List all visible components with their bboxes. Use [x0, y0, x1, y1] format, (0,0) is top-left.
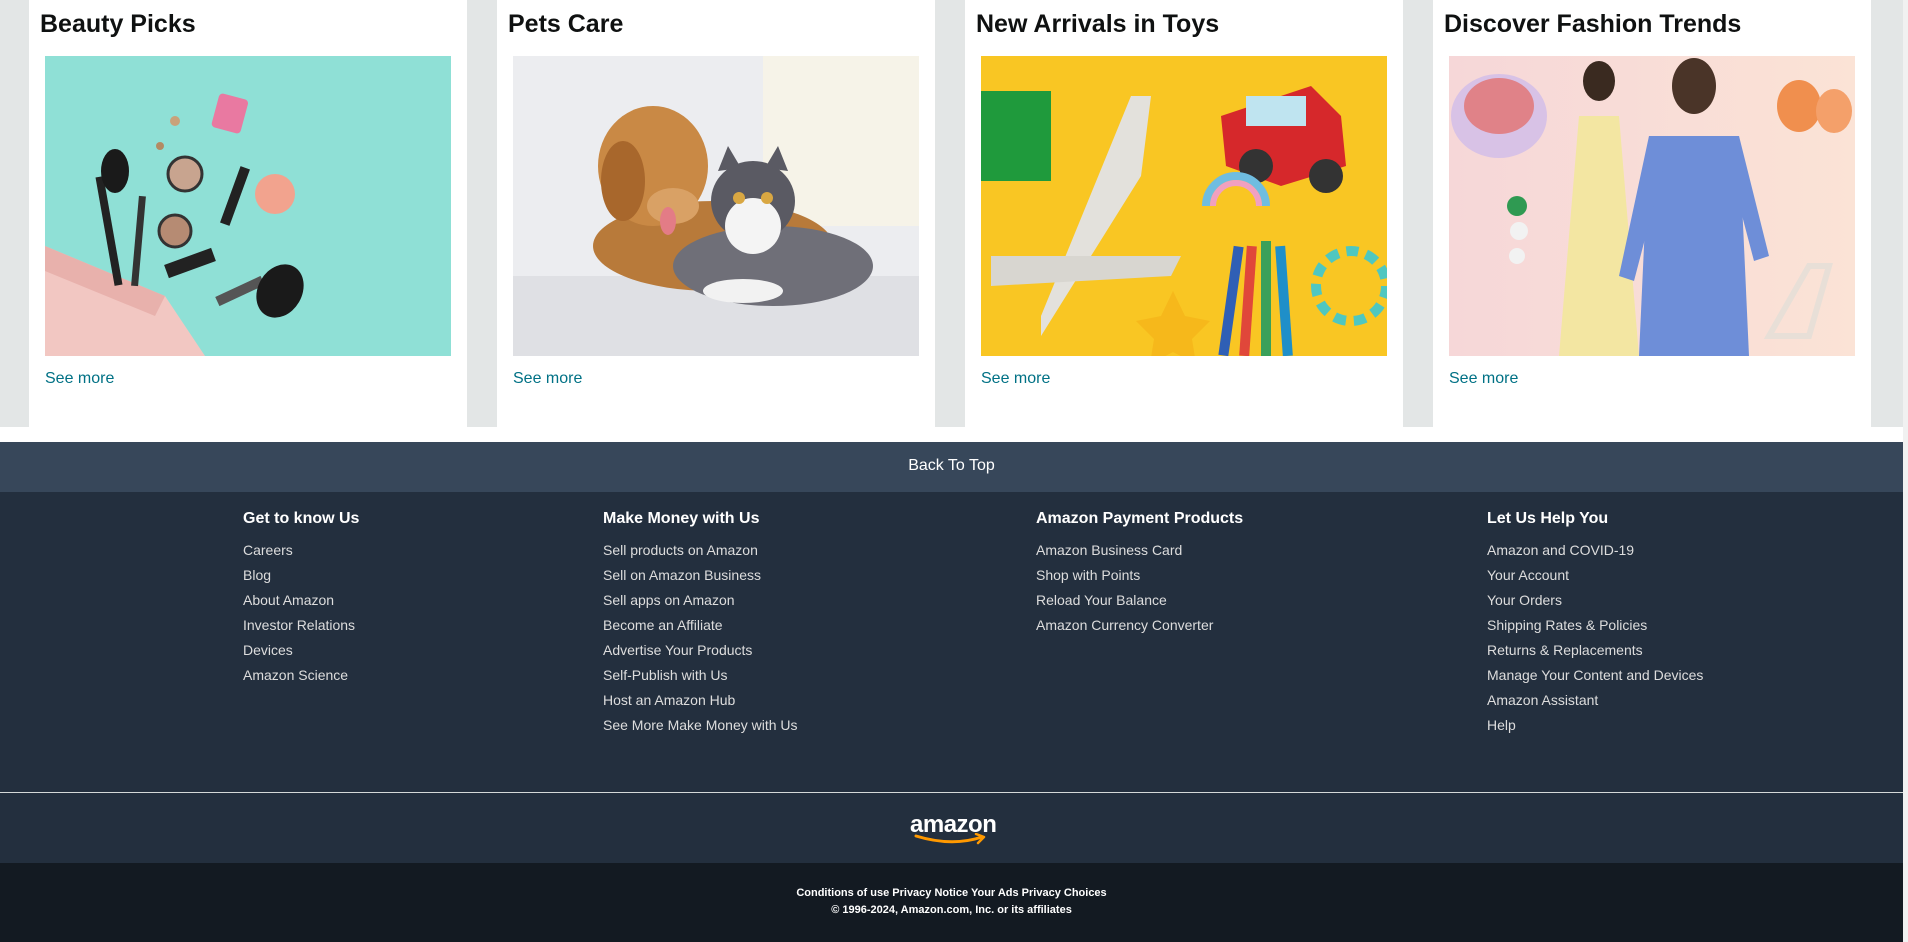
footer-link[interactable]: Reload Your Balance	[1036, 588, 1243, 613]
footer-col-make-money: Make Money with Us Sell products on Amaz…	[603, 510, 798, 738]
footer-link[interactable]: See More Make Money with Us	[603, 713, 798, 738]
footer-link[interactable]: Devices	[243, 638, 359, 663]
footer-col-get-to-know-us: Get to know Us Careers Blog About Amazon…	[243, 510, 359, 688]
footer-link[interactable]: Returns & Replacements	[1487, 638, 1703, 663]
footer-col-heading: Let Us Help You	[1487, 510, 1609, 527]
footer-link[interactable]: Host an Amazon Hub	[603, 688, 798, 713]
footer-link[interactable]: Sell products on Amazon	[603, 538, 798, 563]
card-title: New Arrivals in Toys	[976, 10, 1220, 38]
footer-col-heading: Amazon Payment Products	[1036, 510, 1244, 527]
footer-col-heading: Get to know Us	[243, 510, 360, 527]
footer-link[interactable]: Advertise Your Products	[603, 638, 798, 663]
pets-image[interactable]	[513, 56, 919, 356]
copyright-text: © 1996-2024, Amazon.com, Inc. or its aff…	[831, 904, 1072, 916]
footer-col-heading: Make Money with Us	[603, 510, 760, 527]
footer-link[interactable]: Blog	[243, 563, 359, 588]
fashion-image[interactable]	[1449, 56, 1855, 356]
beauty-image[interactable]	[45, 56, 451, 356]
footer-col-help: Let Us Help You Amazon and COVID-19 Your…	[1487, 510, 1703, 738]
card-title: Discover Fashion Trends	[1444, 10, 1742, 38]
card-grid: Beauty Picks See more Pets Care See more…	[0, 0, 1903, 427]
legal-links: Conditions of use Privacy Notice Your Ad…	[0, 887, 1903, 899]
see-more-link[interactable]: See more	[1449, 370, 1518, 388]
footer-link[interactable]: Shipping Rates & Policies	[1487, 613, 1703, 638]
privacy-notice-link[interactable]: Privacy Notice	[892, 887, 968, 899]
footer-link[interactable]: Become an Affiliate	[603, 613, 798, 638]
card-beauty-picks: Beauty Picks See more	[29, 0, 467, 427]
card-title: Beauty Picks	[40, 10, 196, 38]
footer-link[interactable]: Shop with Points	[1036, 563, 1243, 588]
footer-link[interactable]: Your Orders	[1487, 588, 1703, 613]
footer-link[interactable]: Sell apps on Amazon	[603, 588, 798, 613]
footer-link[interactable]: Amazon Currency Converter	[1036, 613, 1243, 638]
footer-link[interactable]: Amazon Business Card	[1036, 538, 1243, 563]
footer-link[interactable]: Sell on Amazon Business	[603, 563, 798, 588]
amazon-logo[interactable]: amazon	[908, 811, 997, 845]
card-pets-care: Pets Care See more	[497, 0, 935, 427]
footer-logo-band: amazon	[0, 793, 1903, 863]
footer-link[interactable]: Your Account	[1487, 563, 1703, 588]
card-discover-fashion-trends: Discover Fashion Trends See more	[1433, 0, 1871, 427]
see-more-link[interactable]: See more	[981, 370, 1050, 388]
footer-link[interactable]: About Amazon	[243, 588, 359, 613]
footer-col-payment-products: Amazon Payment Products Amazon Business …	[1036, 510, 1243, 638]
toys-image[interactable]	[981, 56, 1387, 356]
smile-arrow-icon	[914, 833, 986, 845]
card-new-arrivals-toys: New Arrivals in Toys See more	[965, 0, 1403, 427]
see-more-link[interactable]: See more	[45, 370, 114, 388]
footer-link[interactable]: Amazon Science	[243, 663, 359, 688]
back-to-top-button[interactable]: Back To Top	[0, 442, 1903, 492]
footer-link[interactable]: Careers	[243, 538, 359, 563]
scrollbar[interactable]	[1903, 0, 1908, 942]
footer-nav: Get to know Us Careers Blog About Amazon…	[0, 492, 1903, 792]
ads-privacy-choices-link[interactable]: Your Ads Privacy Choices	[971, 887, 1107, 899]
card-title: Pets Care	[508, 10, 624, 38]
footer-link[interactable]: Amazon Assistant	[1487, 688, 1703, 713]
footer-legal-band: Conditions of use Privacy Notice Your Ad…	[0, 863, 1903, 942]
cards-spacer	[0, 427, 1903, 442]
see-more-link[interactable]: See more	[513, 370, 582, 388]
conditions-of-use-link[interactable]: Conditions of use	[796, 887, 889, 899]
footer-link[interactable]: Help	[1487, 713, 1703, 738]
footer-link[interactable]: Manage Your Content and Devices	[1487, 663, 1703, 688]
footer-link[interactable]: Self-Publish with Us	[603, 663, 798, 688]
footer-link[interactable]: Investor Relations	[243, 613, 359, 638]
footer-link[interactable]: Amazon and COVID-19	[1487, 538, 1703, 563]
